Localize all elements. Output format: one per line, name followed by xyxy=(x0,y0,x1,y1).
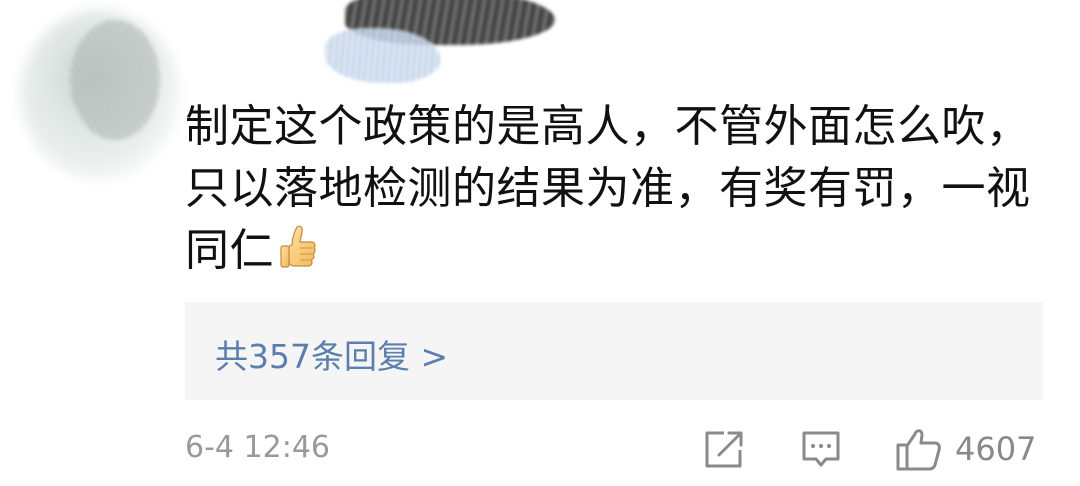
replies-panel[interactable]: 共357条回复 > xyxy=(185,302,1043,400)
timestamp: 6-4 12:46 xyxy=(185,430,330,465)
thumbs-up-emoji-icon xyxy=(278,225,318,271)
share-button[interactable] xyxy=(702,426,744,470)
comment-body[interactable]: 制定这个政策的是高人，不管外面怎么吹，只以落地检测的结果为准，有奖有罚，一视同仁 xyxy=(185,96,1045,282)
username-redacted[interactable] xyxy=(190,42,340,82)
view-replies-link[interactable]: 共357条回复 > xyxy=(215,330,448,378)
comment-button[interactable] xyxy=(800,426,842,470)
comment-icon xyxy=(800,431,842,474)
share-icon xyxy=(702,431,744,474)
avatar-scribble xyxy=(70,20,160,140)
like-count: 4607 xyxy=(955,430,1037,468)
like-button[interactable]: 4607 xyxy=(895,426,1045,471)
thumbs-up-icon xyxy=(895,429,943,476)
